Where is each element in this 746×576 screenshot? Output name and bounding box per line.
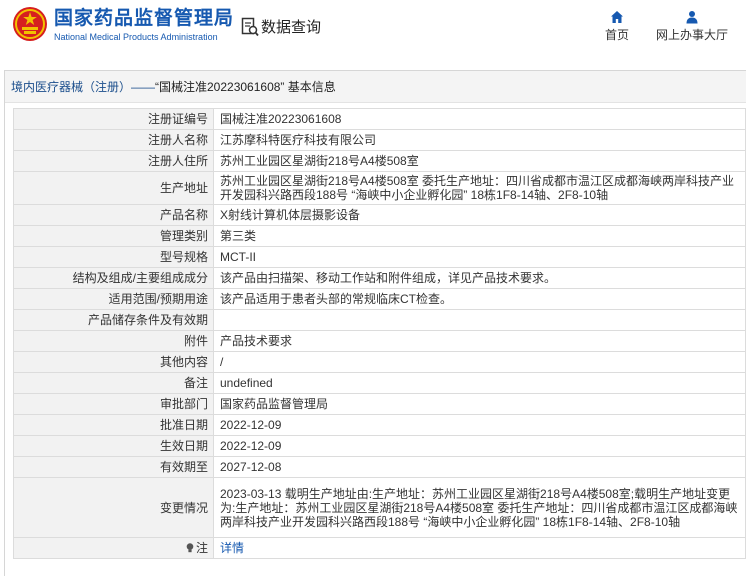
note-value-cell: 详情 bbox=[213, 537, 746, 559]
table-row: 变更情况 2023-03-13 载明生产地址由:生产地址：苏州工业园区星湖街218… bbox=[13, 477, 746, 538]
table-row: 批准日期 2022-12-09 bbox=[13, 414, 746, 436]
field-label: 备注 bbox=[13, 372, 214, 394]
field-label: 管理类别 bbox=[13, 225, 214, 247]
field-value: 苏州工业园区星湖街218号A4楼508室 bbox=[213, 150, 746, 172]
field-value: 国械注准20223061608 bbox=[213, 108, 746, 130]
field-label: 产品名称 bbox=[13, 204, 214, 226]
field-label: 注册人名称 bbox=[13, 129, 214, 151]
field-value bbox=[213, 309, 746, 331]
note-label-cell: 注 bbox=[13, 537, 214, 559]
nav-home-label: 首页 bbox=[604, 28, 629, 42]
field-value: 2022-12-09 bbox=[213, 414, 746, 436]
field-value: 第三类 bbox=[213, 225, 746, 247]
table-row: 结构及组成/主要组成成分 该产品由扫描架、移动工作站和附件组成，详见产品技术要求。 bbox=[13, 267, 746, 289]
nav-online-office[interactable]: 网上办事大厅 bbox=[654, 10, 730, 43]
data-query-label: 数据查询 bbox=[261, 19, 322, 36]
table-row: 备注 undefined bbox=[13, 372, 746, 394]
nav-home[interactable]: 首页 bbox=[601, 10, 633, 43]
brand-title: 国家药品监督管理局 bbox=[54, 8, 235, 29]
bulb-icon bbox=[186, 543, 194, 553]
field-label: 适用范围/预期用途 bbox=[13, 288, 214, 310]
field-value: 产品技术要求 bbox=[213, 330, 746, 352]
field-label: 型号规格 bbox=[13, 246, 214, 268]
field-label: 注册人住所 bbox=[13, 150, 214, 172]
table-row: 注册人名称 江苏摩科特医疗科技有限公司 bbox=[13, 129, 746, 151]
breadcrumb-category[interactable]: 境内医疗器械（注册） bbox=[11, 78, 131, 95]
field-value: 江苏摩科特医疗科技有限公司 bbox=[213, 129, 746, 151]
user-icon bbox=[686, 11, 698, 24]
field-value: 2023-03-13 载明生产地址由:生产地址：苏州工业园区星湖街218号A4楼… bbox=[213, 477, 746, 538]
site-brand[interactable]: 国家药品监督管理局 National Medical Products Admi… bbox=[54, 8, 235, 43]
detail-table: 注册证编号 国械注准20223061608 注册人名称 江苏摩科特医疗科技有限公司 … bbox=[13, 108, 746, 559]
page-title: “国械注准20223061608” 基本信息 bbox=[155, 80, 336, 94]
table-row: 有效期至 2027-12-08 bbox=[13, 456, 746, 478]
table-row: 管理类别 第三类 bbox=[13, 225, 746, 247]
table-row: 适用范围/预期用途 该产品适用于患者头部的常规临床CT检查。 bbox=[13, 288, 746, 310]
table-row: 型号规格 MCT-II bbox=[13, 246, 746, 268]
field-value: 该产品适用于患者头部的常规临床CT检查。 bbox=[213, 288, 746, 310]
data-query-link[interactable]: 数据查询 bbox=[241, 16, 321, 37]
field-label: 其他内容 bbox=[13, 351, 214, 373]
table-row-note: 注 详情 bbox=[13, 537, 746, 559]
site-header: 国家药品监督管理局 National Medical Products Admi… bbox=[0, 0, 746, 50]
field-value: 2022-12-09 bbox=[213, 435, 746, 457]
field-value: / bbox=[213, 351, 746, 373]
table-row: 附件 产品技术要求 bbox=[13, 330, 746, 352]
table-row: 生效日期 2022-12-09 bbox=[13, 435, 746, 457]
field-label: 变更情况 bbox=[13, 477, 214, 538]
field-label: 有效期至 bbox=[13, 456, 214, 478]
table-row: 注册人住所 苏州工业园区星湖街218号A4楼508室 bbox=[13, 150, 746, 172]
field-label: 附件 bbox=[13, 330, 214, 352]
table-row: 产品储存条件及有效期 bbox=[13, 309, 746, 331]
field-label: 生效日期 bbox=[13, 435, 214, 457]
brand-subtitle: National Medical Products Administration bbox=[54, 32, 218, 42]
field-value: X射线计算机体层摄影设备 bbox=[213, 204, 746, 226]
national-emblem-icon[interactable] bbox=[12, 6, 48, 42]
field-value: 苏州工业园区星湖街218号A4楼508室 委托生产地址：四川省成都市温江区成都海… bbox=[213, 171, 746, 205]
home-icon bbox=[611, 11, 623, 23]
field-label: 批准日期 bbox=[13, 414, 214, 436]
field-label: 生产地址 bbox=[13, 171, 214, 205]
details-link[interactable]: 详情 bbox=[220, 541, 244, 555]
table-row: 注册证编号 国械注准20223061608 bbox=[13, 108, 746, 130]
note-label: 注 bbox=[195, 541, 208, 555]
field-label: 产品储存条件及有效期 bbox=[13, 309, 214, 331]
breadcrumb: 境内医疗器械（注册） —— “国械注准20223061608” 基本信息 bbox=[5, 71, 746, 103]
table-row: 生产地址 苏州工业园区星湖街218号A4楼508室 委托生产地址：四川省成都市温江… bbox=[13, 171, 746, 205]
field-label: 审批部门 bbox=[13, 393, 214, 415]
search-doc-icon bbox=[241, 17, 259, 36]
table-row: 审批部门 国家药品监督管理局 bbox=[13, 393, 746, 415]
field-label: 结构及组成/主要组成成分 bbox=[13, 267, 214, 289]
field-value: 2027-12-08 bbox=[213, 456, 746, 478]
field-label: 注册证编号 bbox=[13, 108, 214, 130]
table-row: 其他内容 / bbox=[13, 351, 746, 373]
field-value: 该产品由扫描架、移动工作站和附件组成，详见产品技术要求。 bbox=[213, 267, 746, 289]
breadcrumb-separator: —— bbox=[131, 79, 156, 94]
table-row: 产品名称 X射线计算机体层摄影设备 bbox=[13, 204, 746, 226]
field-value: undefined bbox=[213, 372, 746, 394]
field-value: 国家药品监督管理局 bbox=[213, 393, 746, 415]
nav-online-office-label: 网上办事大厅 bbox=[655, 28, 728, 42]
field-value: MCT-II bbox=[213, 246, 746, 268]
